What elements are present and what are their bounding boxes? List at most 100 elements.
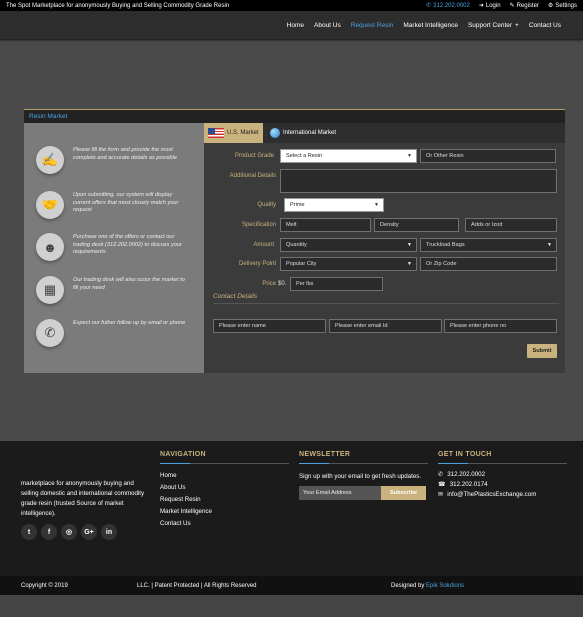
- us-flag-icon: [208, 128, 224, 138]
- resin-select[interactable]: Select a Resin: [280, 149, 417, 163]
- submit-button[interactable]: Submit: [527, 344, 557, 358]
- amount-label: Amount: [253, 242, 274, 248]
- panel-title: Resin Market: [24, 109, 565, 123]
- resin-request-form: Product Grade Select a Resin Or Other Re…: [204, 143, 565, 373]
- handshake-icon: 🤝: [36, 191, 64, 219]
- footer-link-market-intelligence[interactable]: Market Intelligence: [160, 508, 289, 515]
- phone-icon: ✆: [438, 471, 444, 478]
- delivery-point-label: Delivery Point: [238, 261, 276, 267]
- nav-contact-us[interactable]: Contact Us: [529, 22, 561, 29]
- designer-credit: Designed by Epik Solutions: [391, 582, 465, 589]
- google-plus-icon[interactable]: G+: [81, 524, 97, 540]
- plus-icon: +: [515, 21, 519, 29]
- newsletter-text: Sign up with your email to get fresh upd…: [299, 473, 422, 480]
- step-3: ☻ Purchase one of the offers or contact …: [36, 233, 201, 265]
- envelope-icon: ✉: [438, 491, 444, 498]
- market-tabs: U.S. Market International Market: [204, 123, 565, 143]
- footer-link-about-us[interactable]: About Us: [160, 484, 289, 491]
- newsletter-email-input[interactable]: Your Email Address: [299, 486, 381, 500]
- step-text: Expect our futher follow up by email or …: [73, 320, 186, 326]
- step-text: Our trading desk will also scour the mar…: [73, 277, 185, 291]
- resin-market-panel: Resin Market ✍ Please fill the form and …: [24, 109, 565, 373]
- specification-label: Specification: [241, 222, 276, 228]
- price-input[interactable]: Per lbs: [290, 277, 383, 291]
- navigation-heading: NAVIGATION: [160, 451, 206, 458]
- step-1: ✍ Please fill the form and provide the m…: [36, 146, 201, 178]
- linkedin-icon[interactable]: in: [101, 524, 117, 540]
- globe-icon: [270, 128, 280, 138]
- presentation-icon: ▦: [36, 276, 64, 304]
- tab-international-market[interactable]: International Market: [266, 123, 340, 143]
- top-phone-link[interactable]: ✆ 312.202.0002: [426, 2, 470, 10]
- top-bar: The Spot Marketplace for anonymously Buy…: [0, 0, 583, 11]
- phone-icon: ✆: [36, 319, 64, 347]
- designer-link[interactable]: Epik Solutions: [426, 583, 464, 589]
- divider: [438, 463, 567, 464]
- nav-home[interactable]: Home: [287, 22, 304, 29]
- packaging-select[interactable]: Truckload Bags: [420, 238, 557, 252]
- social-links: t f ◎ G+ in: [21, 524, 117, 540]
- subscribe-button[interactable]: Subscribe: [381, 486, 426, 500]
- footer-navigation: NAVIGATION Home About Us Request Resin M…: [160, 441, 289, 532]
- step-text: Please fill the form and provide the mos…: [73, 147, 177, 161]
- contact-details-heading: Contact Details: [213, 293, 258, 300]
- footer-link-home[interactable]: Home: [160, 472, 289, 479]
- support-agent-icon: ☻: [36, 233, 64, 261]
- price-currency: $0.: [278, 281, 287, 287]
- nav-market-intelligence[interactable]: Market Intelligence: [403, 22, 458, 29]
- step-2: 🤝 Upon submitting, our system will displ…: [36, 191, 201, 223]
- main-nav: Home About Us Request Resin Market Intel…: [0, 11, 583, 39]
- copyright: Copyright © 2019: [21, 582, 68, 589]
- name-input[interactable]: Please enter name: [213, 319, 326, 333]
- quantity-select[interactable]: Quantity: [280, 238, 417, 252]
- density-input[interactable]: Density: [374, 218, 459, 232]
- instagram-icon[interactable]: ◎: [61, 524, 77, 540]
- quality-label: Quality: [257, 202, 276, 208]
- settings-link[interactable]: ⚙ Settings: [547, 2, 577, 10]
- divider: [213, 303, 559, 304]
- nav-request-resin[interactable]: Request Resin: [351, 22, 394, 29]
- step-4: ▦ Our trading desk will also scour the m…: [36, 276, 201, 308]
- gear-icon: ⚙: [547, 3, 554, 9]
- step-text: Upon submitting, our system will display…: [73, 192, 179, 213]
- newsletter-heading: NEWSLETTER: [299, 451, 351, 458]
- city-select[interactable]: Popular City: [280, 257, 417, 271]
- adds-izod-input[interactable]: Adds or Izod: [465, 218, 557, 232]
- edit-icon: ✎: [509, 3, 515, 9]
- legal-text: LLC. | Patent Protected | All Rights Res…: [137, 582, 257, 589]
- step-5: ✆ Expect our futher follow up by email o…: [36, 319, 201, 351]
- steps-column: ✍ Please fill the form and provide the m…: [24, 123, 204, 373]
- footer-newsletter: NEWSLETTER Sign up with your email to ge…: [299, 441, 428, 500]
- tagline: The Spot Marketplace for anonymously Buy…: [6, 2, 230, 9]
- nav-about-us[interactable]: About Us: [314, 22, 341, 29]
- footer: marketplace for anonymously buying and s…: [0, 441, 583, 576]
- footer-link-request-resin[interactable]: Request Resin: [160, 496, 289, 503]
- quality-select[interactable]: Prime: [284, 198, 384, 212]
- facebook-icon[interactable]: f: [41, 524, 57, 540]
- footer-contact: GET IN TOUCH ✆ 312.202.0002 ☎ 312.202.0174…: [438, 441, 567, 501]
- other-resin-input[interactable]: Or Other Resin: [420, 149, 556, 163]
- melt-input[interactable]: Melt: [280, 218, 371, 232]
- phone-icon: ✆: [426, 3, 432, 9]
- login-icon: ➜: [478, 3, 484, 9]
- product-grade-label: Product Grade: [234, 153, 274, 159]
- bottom-bar: Copyright © 2019 LLC. | Patent Protected…: [0, 576, 583, 595]
- footer-about: marketplace for anonymously buying and s…: [21, 480, 145, 517]
- form-icon: ✍: [36, 146, 64, 174]
- email-input[interactable]: Please enter email Id: [329, 319, 442, 333]
- nav-support-center[interactable]: Support Center +: [468, 22, 519, 29]
- footer-link-contact-us[interactable]: Contact Us: [160, 520, 289, 527]
- footer-email[interactable]: ✉ info@ThePlasticsExchange.com: [438, 491, 567, 498]
- additional-details-textarea[interactable]: [280, 169, 557, 193]
- step-text: Purchase one of the offers or contact ou…: [73, 234, 182, 255]
- page-bottom-spacer: [0, 595, 583, 617]
- tab-us-market[interactable]: U.S. Market: [204, 123, 263, 143]
- login-link[interactable]: ➜ Login: [478, 2, 501, 10]
- footer-phone-2[interactable]: ☎ 312.202.0174: [438, 481, 567, 488]
- register-link[interactable]: ✎ Register: [509, 2, 539, 10]
- footer-phone-1[interactable]: ✆ 312.202.0002: [438, 471, 567, 478]
- contact-heading: GET IN TOUCH: [438, 451, 492, 458]
- twitter-icon[interactable]: t: [21, 524, 37, 540]
- zip-code-input[interactable]: Or Zip Code: [420, 257, 557, 271]
- phone-input[interactable]: Please enter phone no: [444, 319, 557, 333]
